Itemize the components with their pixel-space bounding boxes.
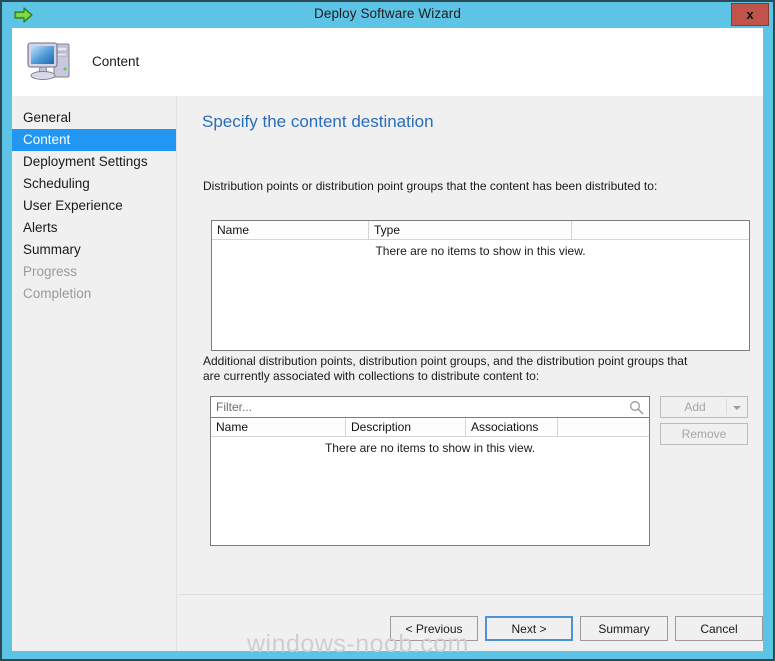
remove-button[interactable]: Remove <box>660 423 748 445</box>
sidebar-item-content[interactable]: Content <box>12 129 176 151</box>
chevron-down-icon[interactable] <box>733 406 741 410</box>
computer-icon <box>24 36 76 86</box>
sidebar-item-user-experience[interactable]: User Experience <box>12 195 176 217</box>
cancel-button[interactable]: Cancel <box>675 616 763 641</box>
summary-button[interactable]: Summary <box>580 616 668 641</box>
wizard-window: Deploy Software Wizard x Content General… <box>0 0 775 661</box>
wizard-footer: < Previous Next > Summary Cancel <box>12 616 763 651</box>
distributed-list-empty-message: There are no items to show in this view. <box>375 244 586 258</box>
sidebar-item-alerts[interactable]: Alerts <box>12 217 176 239</box>
sidebar-item-summary[interactable]: Summary <box>12 239 176 261</box>
wizard-step-nav: General Content Deployment Settings Schedul… <box>12 96 177 651</box>
content-pane: Specify the content destination Distribu… <box>178 96 763 651</box>
previous-button[interactable]: < Previous <box>390 616 478 641</box>
search-icon[interactable] <box>629 400 644 415</box>
sidebar-item-completion: Completion <box>23 286 92 301</box>
sidebar-item-scheduling[interactable]: Scheduling <box>12 173 176 195</box>
sidebar-item-deployment-settings[interactable]: Deployment Settings <box>12 151 176 173</box>
distributed-list-label: Distribution points or distribution poin… <box>203 179 658 193</box>
add-button-label: Add <box>684 400 706 414</box>
additional-list-label: Additional distribution points, distribu… <box>203 354 688 383</box>
add-button-separator <box>726 399 727 415</box>
window-title: Deploy Software Wizard <box>313 6 461 21</box>
wizard-header: Content <box>12 28 763 96</box>
header-title: Content <box>92 54 140 69</box>
additional-list-empty-message: There are no items to show in this view. <box>324 441 536 455</box>
column-header-blank[interactable] <box>572 221 749 239</box>
distributed-points-list[interactable]: Name Type There are no items to show in … <box>211 220 750 351</box>
distributed-list-header: Name Type <box>212 221 749 240</box>
title-bar: Deploy Software Wizard x <box>2 2 773 28</box>
additional-list-header: Name Description Associations <box>211 418 649 437</box>
column-header-associations[interactable]: Associations <box>466 418 558 436</box>
additional-points-list[interactable]: Name Description Associations There are … <box>210 417 650 546</box>
column-header-description[interactable]: Description <box>346 418 466 436</box>
add-button[interactable]: Add <box>660 396 748 418</box>
sidebar-item-progress: Progress <box>23 264 78 279</box>
filter-input[interactable] <box>211 397 623 417</box>
filter-box[interactable] <box>210 396 650 418</box>
column-header-blank[interactable] <box>558 418 649 436</box>
sidebar-item-general[interactable]: General <box>12 107 176 129</box>
wizard-body: General Content Deployment Settings Schedul… <box>12 96 763 651</box>
column-header-name[interactable]: Name <box>211 418 346 436</box>
next-button[interactable]: Next > <box>485 616 573 641</box>
close-button[interactable]: x <box>731 3 769 26</box>
page-title: Specify the content destination <box>202 112 434 131</box>
column-header-name[interactable]: Name <box>212 221 369 239</box>
column-header-type[interactable]: Type <box>369 221 572 239</box>
footer-divider <box>178 594 763 595</box>
